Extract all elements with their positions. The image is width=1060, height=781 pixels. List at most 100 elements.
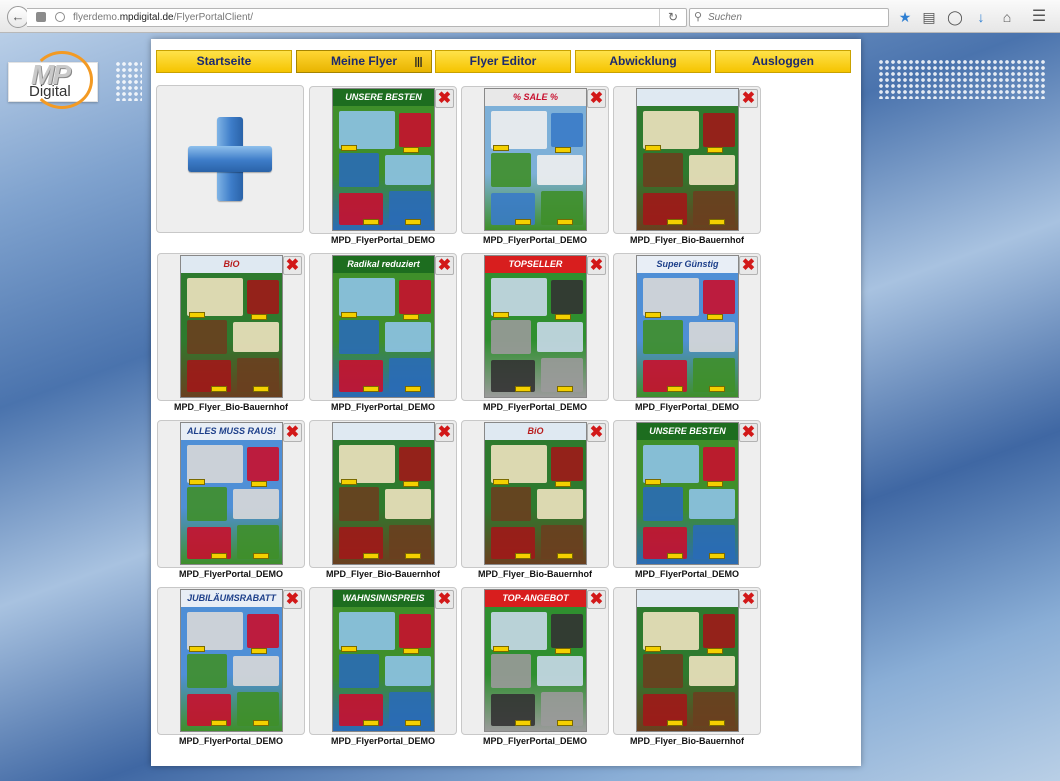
pocket-icon[interactable]: ◯: [946, 8, 964, 26]
flyer-product-image: [551, 614, 583, 648]
search-input[interactable]: [708, 10, 884, 25]
price-tag: [341, 312, 357, 318]
price-tag: [707, 481, 723, 487]
flyer-thumbnail[interactable]: [332, 422, 435, 565]
add-flyer-card[interactable]: [156, 85, 304, 233]
flyer-card[interactable]: UNSERE BESTEN ✖: [613, 420, 761, 568]
download-icon[interactable]: ↓: [972, 8, 990, 26]
flyer-thumbnail[interactable]: JUBILÄUMSRABATT: [180, 589, 283, 732]
delete-flyer-button[interactable]: ✖: [587, 89, 606, 108]
flyer-product-image: [491, 320, 531, 354]
delete-flyer-button[interactable]: ✖: [283, 590, 302, 609]
flyer-thumbnail[interactable]: % SALE %: [484, 88, 587, 231]
menu-flyer-editor[interactable]: Flyer Editor: [435, 50, 571, 73]
flyer-thumbnail[interactable]: [636, 88, 739, 231]
flyer-card[interactable]: JUBILÄUMSRABATT ✖: [157, 587, 305, 735]
flyer-product-image: [689, 489, 735, 519]
flyer-product-image: [643, 111, 699, 149]
delete-flyer-button[interactable]: ✖: [283, 256, 302, 275]
delete-flyer-button[interactable]: ✖: [435, 256, 454, 275]
flyer-card[interactable]: Radikal reduziert ✖: [309, 253, 457, 401]
reload-icon: ↻: [667, 10, 679, 24]
flyer-product-image: [491, 445, 547, 483]
delete-flyer-button[interactable]: ✖: [283, 423, 302, 442]
flyer-product-image: [491, 278, 547, 316]
delete-flyer-button[interactable]: ✖: [739, 423, 758, 442]
price-tag: [645, 145, 661, 151]
delete-flyer-button[interactable]: ✖: [587, 423, 606, 442]
menu-abwicklung[interactable]: Abwicklung: [575, 50, 711, 73]
price-tag: [709, 386, 725, 392]
flyer-product-image: [187, 445, 243, 483]
flyer-card[interactable]: TOP-ANGEBOT ✖: [461, 587, 609, 735]
flyer-product-image: [643, 487, 683, 521]
price-tag: [515, 386, 531, 392]
header-dot-pattern: [878, 59, 1046, 99]
menu-startseite[interactable]: Startseite: [156, 50, 292, 73]
flyer-product-image: [339, 654, 379, 688]
flyer-product-image: [643, 320, 683, 354]
url-text[interactable]: flyerdemo.mpdigital.de/FlyerPortalClient…: [73, 12, 253, 23]
delete-flyer-button[interactable]: ✖: [739, 256, 758, 275]
flyer-card[interactable]: % SALE % ✖: [461, 86, 609, 234]
search-box[interactable]: ⚲: [689, 8, 889, 27]
delete-flyer-button[interactable]: ✖: [739, 590, 758, 609]
delete-flyer-button[interactable]: ✖: [587, 590, 606, 609]
flyer-banner-text: [637, 590, 738, 607]
flyer-product-image: [233, 322, 279, 352]
flyer-card[interactable]: BiO ✖: [461, 420, 609, 568]
text-cursor-icon: Ⅲ: [414, 56, 423, 71]
star-icon[interactable]: ★: [896, 8, 914, 26]
delete-flyer-button[interactable]: ✖: [739, 89, 758, 108]
flyer-card[interactable]: ✖: [613, 587, 761, 735]
flyer-banner-text: TOPSELLER: [485, 256, 586, 273]
delete-flyer-button[interactable]: ✖: [587, 256, 606, 275]
flyer-thumbnail[interactable]: UNSERE BESTEN: [332, 88, 435, 231]
flyer-thumbnail[interactable]: [636, 589, 739, 732]
menu-meine-flyer[interactable]: Meine Flyer: [296, 50, 432, 73]
flyer-product-image: [491, 612, 547, 650]
delete-flyer-button[interactable]: ✖: [435, 89, 454, 108]
flyer-card[interactable]: ✖: [613, 86, 761, 234]
flyer-card[interactable]: TOPSELLER ✖: [461, 253, 609, 401]
back-button[interactable]: ←: [7, 6, 29, 28]
flyer-thumbnail[interactable]: UNSERE BESTEN: [636, 422, 739, 565]
flyer-thumbnail[interactable]: Radikal reduziert: [332, 255, 435, 398]
delete-flyer-button[interactable]: ✖: [435, 423, 454, 442]
flyer-card[interactable]: UNSERE BESTEN ✖: [309, 86, 457, 234]
mp-digital-logo[interactable]: MP Digital: [8, 51, 98, 109]
hamburger-menu-icon[interactable]: ☰: [1030, 8, 1048, 26]
flyer-caption: MPD_FlyerPortal_DEMO: [482, 402, 588, 412]
flyer-thumbnail[interactable]: TOP-ANGEBOT: [484, 589, 587, 732]
delete-flyer-button[interactable]: ✖: [435, 590, 454, 609]
menu-ausloggen[interactable]: Ausloggen: [715, 50, 851, 73]
flyer-card[interactable]: WAHNSINNSPREIS ✖: [309, 587, 457, 735]
flyer-card[interactable]: Super Günstig ✖: [613, 253, 761, 401]
reload-button[interactable]: ↻: [659, 9, 686, 26]
flyer-card[interactable]: ✖: [309, 420, 457, 568]
flyer-product-image: [233, 656, 279, 686]
reading-list-icon[interactable]: ▤: [920, 8, 938, 26]
flyer-product-image: [247, 280, 279, 314]
flyer-product-image: [187, 612, 243, 650]
url-bar[interactable]: flyerdemo.mpdigital.de/FlyerPortalClient…: [27, 8, 687, 27]
flyer-thumbnail[interactable]: ALLES MUSS RAUS!: [180, 422, 283, 565]
flyer-banner-text: ALLES MUSS RAUS!: [181, 423, 282, 440]
price-tag: [645, 312, 661, 318]
price-tag: [493, 646, 509, 652]
flyer-thumbnail[interactable]: BiO: [484, 422, 587, 565]
flyer-thumbnail[interactable]: BiO: [180, 255, 283, 398]
flyer-caption: MPD_FlyerPortal_DEMO: [330, 736, 436, 746]
flyer-caption: MPD_Flyer_Bio-Bauernhof: [173, 402, 289, 412]
price-tag: [557, 386, 573, 392]
flyer-product-image: [643, 278, 699, 316]
flyer-thumbnail[interactable]: TOPSELLER: [484, 255, 587, 398]
flyer-banner-text: UNSERE BESTEN: [637, 423, 738, 440]
flyer-thumbnail[interactable]: Super Günstig: [636, 255, 739, 398]
flyer-thumbnail[interactable]: WAHNSINNSPREIS: [332, 589, 435, 732]
price-tag: [363, 720, 379, 726]
flyer-card[interactable]: ALLES MUSS RAUS! ✖: [157, 420, 305, 568]
flyer-card[interactable]: BiO ✖: [157, 253, 305, 401]
home-icon[interactable]: ⌂: [998, 8, 1016, 26]
flyer-banner-text: BiO: [485, 423, 586, 440]
